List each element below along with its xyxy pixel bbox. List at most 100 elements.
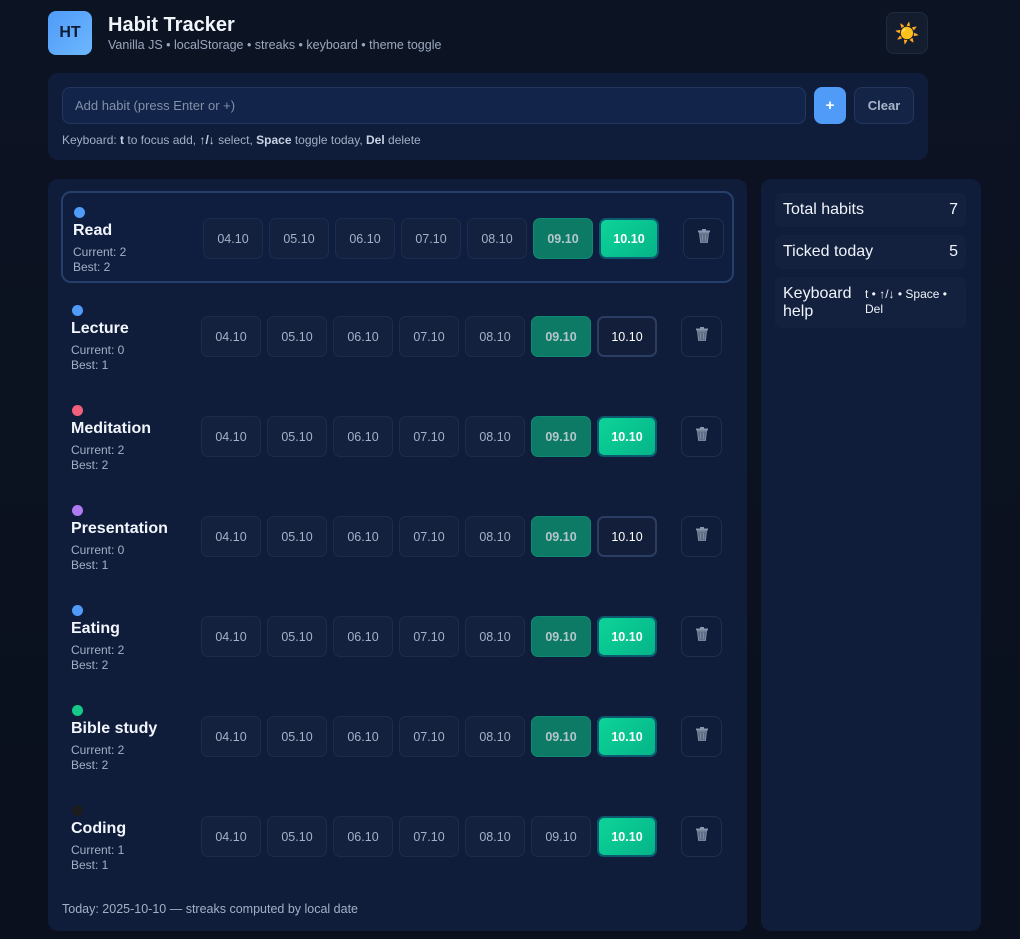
day-toggle-07.10[interactable]: 07.10 <box>399 516 459 557</box>
habit-color-dot <box>72 305 83 316</box>
trash-icon <box>694 526 710 547</box>
stat-today-label: Ticked today <box>783 243 874 260</box>
stat-ticked-today: Ticked today 5 <box>775 235 966 269</box>
habit-row[interactable]: Read Current: 2 Best: 2 04.10 05.10 06.10 07.1… <box>61 191 734 283</box>
day-toggle-04.10[interactable]: 04.10 <box>201 416 261 457</box>
delete-habit-button[interactable] <box>681 516 722 557</box>
stat-total-value: 7 <box>949 201 958 218</box>
today-note: Today: 2025-10-10 — streaks computed by … <box>62 902 359 916</box>
day-toggle-09.10[interactable]: 09.10 <box>533 218 593 259</box>
habit-row[interactable]: Lecture Current: 0 Best: 1 04.10 05.10 06.10 0… <box>61 291 734 383</box>
habit-best-streak: Best: 1 <box>71 358 109 372</box>
day-toggle-04.10[interactable]: 04.10 <box>201 616 261 657</box>
day-toggle-05.10[interactable]: 05.10 <box>267 516 327 557</box>
day-toggle-10.10[interactable]: 10.10 <box>599 218 659 259</box>
day-toggle-09.10[interactable]: 09.10 <box>531 316 591 357</box>
habit-row[interactable]: Presentation Current: 0 Best: 1 04.10 05.10 0… <box>61 491 734 583</box>
day-toggle-06.10[interactable]: 06.10 <box>333 616 393 657</box>
day-toggle-10.10[interactable]: 10.10 <box>597 616 657 657</box>
day-toggle-07.10[interactable]: 07.10 <box>401 218 461 259</box>
day-toggle-08.10[interactable]: 08.10 <box>465 816 525 857</box>
habit-current-streak: Current: 2 <box>73 245 127 259</box>
day-toggle-06.10[interactable]: 06.10 <box>333 816 393 857</box>
app-subtitle: Vanilla JS • localStorage • streaks • ke… <box>108 38 442 52</box>
trash-icon <box>694 826 710 847</box>
habit-row[interactable]: Bible study Current: 2 Best: 2 04.10 05.10 06… <box>61 691 734 783</box>
day-toggle-09.10[interactable]: 09.10 <box>531 816 591 857</box>
day-toggle-08.10[interactable]: 08.10 <box>465 716 525 757</box>
habit-name: Lecture <box>71 320 129 337</box>
delete-habit-button[interactable] <box>681 816 722 857</box>
day-toggle-07.10[interactable]: 07.10 <box>399 316 459 357</box>
day-toggle-04.10[interactable]: 04.10 <box>203 218 263 259</box>
habit-row[interactable]: Eating Current: 2 Best: 2 04.10 05.10 06.10 07… <box>61 591 734 683</box>
stat-total-label: Total habits <box>783 201 864 218</box>
delete-habit-button[interactable] <box>681 416 722 457</box>
day-toggle-05.10[interactable]: 05.10 <box>267 816 327 857</box>
day-toggle-10.10[interactable]: 10.10 <box>597 516 657 557</box>
clear-button[interactable]: Clear <box>854 87 914 124</box>
day-toggle-10.10[interactable]: 10.10 <box>597 316 657 357</box>
add-habit-input[interactable] <box>62 87 806 124</box>
habit-row[interactable]: Meditation Current: 2 Best: 2 04.10 05.10 06.… <box>61 391 734 483</box>
day-toggle-09.10[interactable]: 09.10 <box>531 616 591 657</box>
day-toggle-06.10[interactable]: 06.10 <box>333 516 393 557</box>
day-toggle-09.10[interactable]: 09.10 <box>531 516 591 557</box>
habit-name: Coding <box>71 820 127 837</box>
habit-color-dot <box>72 405 83 416</box>
day-toggle-04.10[interactable]: 04.10 <box>201 516 261 557</box>
add-habit-button[interactable]: + <box>814 87 846 124</box>
habit-best-streak: Best: 1 <box>71 558 109 572</box>
day-toggle-06.10[interactable]: 06.10 <box>333 716 393 757</box>
day-toggle-05.10[interactable]: 05.10 <box>267 316 327 357</box>
day-toggle-09.10[interactable]: 09.10 <box>531 416 591 457</box>
day-toggle-07.10[interactable]: 07.10 <box>399 716 459 757</box>
day-toggle-10.10[interactable]: 10.10 <box>597 816 657 857</box>
day-toggle-06.10[interactable]: 06.10 <box>335 218 395 259</box>
day-toggle-05.10[interactable]: 05.10 <box>267 616 327 657</box>
habit-name: Bible study <box>71 720 158 737</box>
theme-toggle-button[interactable]: ☀️ <box>886 12 928 54</box>
day-toggle-05.10[interactable]: 05.10 <box>267 716 327 757</box>
day-toggle-08.10[interactable]: 08.10 <box>467 218 527 259</box>
habit-color-dot <box>74 207 85 218</box>
day-toggle-07.10[interactable]: 07.10 <box>399 416 459 457</box>
delete-habit-button[interactable] <box>681 616 722 657</box>
day-toggle-05.10[interactable]: 05.10 <box>269 218 329 259</box>
day-toggle-08.10[interactable]: 08.10 <box>465 616 525 657</box>
delete-habit-button[interactable] <box>683 218 724 259</box>
day-toggle-06.10[interactable]: 06.10 <box>333 316 393 357</box>
delete-habit-button[interactable] <box>681 316 722 357</box>
habit-name: Read <box>73 222 113 239</box>
habit-list-panel: Read Current: 2 Best: 2 04.10 05.10 06.10 07.1… <box>48 179 747 931</box>
day-toggle-05.10[interactable]: 05.10 <box>267 416 327 457</box>
day-toggle-08.10[interactable]: 08.10 <box>465 516 525 557</box>
day-toggle-09.10[interactable]: 09.10 <box>531 716 591 757</box>
day-toggle-10.10[interactable]: 10.10 <box>597 716 657 757</box>
trash-icon <box>694 726 710 747</box>
habit-current-streak: Current: 2 <box>71 743 125 757</box>
day-toggle-04.10[interactable]: 04.10 <box>201 716 261 757</box>
day-toggle-04.10[interactable]: 04.10 <box>201 816 261 857</box>
day-toggle-07.10[interactable]: 07.10 <box>399 816 459 857</box>
day-toggle-04.10[interactable]: 04.10 <box>201 316 261 357</box>
habit-name: Eating <box>71 620 120 637</box>
add-habit-panel: + Clear Keyboard: t to focus add, ↑/↓ se… <box>48 73 928 160</box>
sun-icon: ☀️ <box>894 22 920 45</box>
trash-icon <box>694 326 710 347</box>
habit-color-dot <box>72 705 83 716</box>
habit-current-streak: Current: 0 <box>71 543 125 557</box>
habit-row[interactable]: Coding Current: 1 Best: 1 04.10 05.10 06.10 07… <box>61 791 734 883</box>
stat-help-value: t • ↑/↓ • Space • Del <box>865 287 947 316</box>
habit-current-streak: Current: 2 <box>71 443 125 457</box>
stat-today-value: 5 <box>949 243 958 260</box>
habit-color-dot <box>72 505 83 516</box>
day-toggle-08.10[interactable]: 08.10 <box>465 316 525 357</box>
day-toggle-10.10[interactable]: 10.10 <box>597 416 657 457</box>
day-toggle-06.10[interactable]: 06.10 <box>333 416 393 457</box>
day-toggle-08.10[interactable]: 08.10 <box>465 416 525 457</box>
trash-icon <box>694 426 710 447</box>
delete-habit-button[interactable] <box>681 716 722 757</box>
day-toggle-07.10[interactable]: 07.10 <box>399 616 459 657</box>
stat-keyboard-help: Keyboard help t • ↑/↓ • Space • Del <box>775 277 966 328</box>
